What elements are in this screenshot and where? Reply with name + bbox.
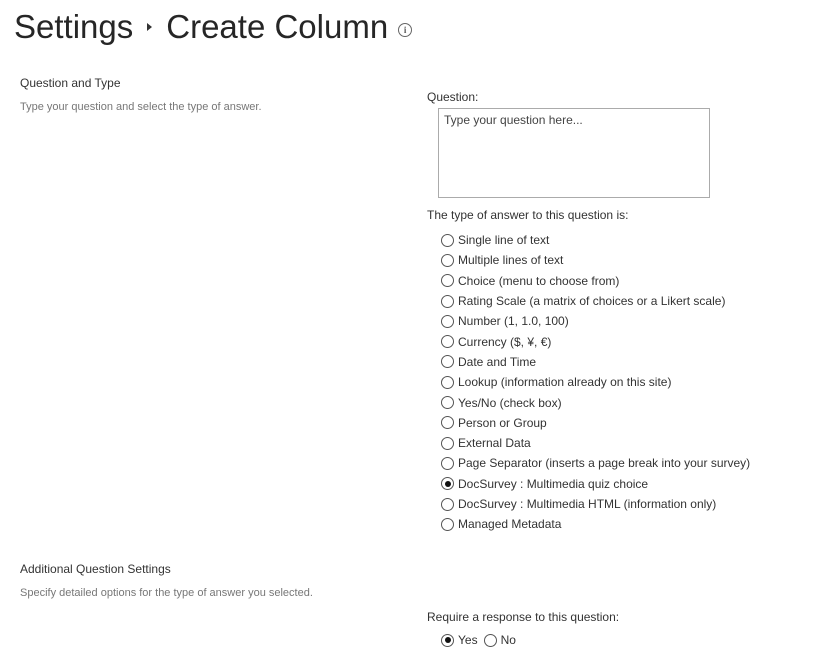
- answer-type-option-label: Multiple lines of text: [458, 253, 564, 268]
- answer-type-option[interactable]: Date and Time: [441, 352, 750, 372]
- answer-type-option[interactable]: Managed Metadata: [441, 514, 750, 534]
- answer-type-option[interactable]: Choice (menu to choose from): [441, 271, 750, 291]
- answer-type-option[interactable]: Person or Group: [441, 413, 750, 433]
- answer-type-option-label: Single line of text: [458, 233, 550, 248]
- answer-type-option[interactable]: Page Separator (inserts a page break int…: [441, 453, 750, 473]
- answer-type-option-label: Rating Scale (a matrix of choices or a L…: [458, 294, 726, 309]
- breadcrumb-separator-icon: [147, 23, 153, 31]
- answer-type-option-label: Person or Group: [458, 415, 547, 430]
- require-response-option-label: No: [500, 633, 516, 648]
- additional-section-description: Specify detailed options for the type of…: [20, 587, 313, 599]
- answer-type-option-label: Page Separator (inserts a page break int…: [458, 456, 751, 471]
- radio-unchecked-icon[interactable]: [441, 274, 454, 288]
- radio-unchecked-icon[interactable]: [441, 253, 454, 267]
- answer-type-option[interactable]: Currency ($, ¥, €): [441, 331, 750, 351]
- info-icon[interactable]: i: [398, 23, 413, 37]
- require-response-option[interactable]: Yes: [441, 630, 478, 650]
- question-section-title: Question and Type: [20, 76, 121, 90]
- radio-checked-icon[interactable]: [441, 477, 454, 491]
- radio-unchecked-icon[interactable]: [441, 436, 454, 450]
- radio-unchecked-icon[interactable]: [483, 633, 497, 647]
- answer-type-option[interactable]: External Data: [441, 433, 750, 453]
- answer-type-option-label: Currency ($, ¥, €): [458, 334, 552, 349]
- radio-unchecked-icon[interactable]: [441, 294, 454, 308]
- answer-type-option-label: DocSurvey : Multimedia quiz choice: [458, 476, 649, 491]
- answer-type-option[interactable]: DocSurvey : Multimedia quiz choice: [441, 474, 750, 494]
- radio-unchecked-icon[interactable]: [441, 355, 454, 369]
- radio-checked-icon[interactable]: [441, 633, 454, 647]
- answer-type-option[interactable]: Number (1, 1.0, 100): [441, 311, 750, 331]
- radio-unchecked-icon[interactable]: [441, 456, 454, 470]
- breadcrumb-settings-link[interactable]: Settings: [14, 8, 133, 46]
- radio-unchecked-icon[interactable]: [441, 396, 454, 410]
- require-response-option-label: Yes: [458, 633, 478, 648]
- require-response-option[interactable]: No: [483, 630, 516, 650]
- require-response-radio-group: Yes No: [441, 630, 522, 650]
- radio-unchecked-icon[interactable]: [441, 517, 454, 531]
- question-input[interactable]: [438, 108, 710, 198]
- radio-unchecked-icon[interactable]: [441, 314, 454, 328]
- answer-type-option[interactable]: Yes/No (check box): [441, 392, 750, 412]
- answer-type-option-label: DocSurvey : Multimedia HTML (information…: [458, 497, 717, 511]
- answer-type-option-label: Managed Metadata: [458, 517, 562, 532]
- page-title: Create Column: [166, 8, 389, 45]
- radio-unchecked-icon[interactable]: [441, 416, 454, 430]
- answer-type-label: The type of answer to this question is:: [427, 208, 629, 222]
- answer-type-option[interactable]: Multiple lines of text: [441, 250, 750, 270]
- page-header: Settings Create Column i: [14, 2, 413, 52]
- additional-section-title: Additional Question Settings: [20, 562, 171, 576]
- radio-unchecked-icon[interactable]: [441, 335, 454, 349]
- answer-type-option-label: Choice (menu to choose from): [458, 273, 620, 288]
- answer-type-option-label: Number (1, 1.0, 100): [458, 314, 569, 329]
- answer-type-option-label: Date and Time: [458, 354, 537, 369]
- answer-type-option[interactable]: DocSurvey : Multimedia HTML (information…: [441, 494, 750, 514]
- answer-type-option-label: Lookup (information already on this site…: [458, 375, 672, 390]
- answer-type-option[interactable]: Rating Scale (a matrix of choices or a L…: [441, 291, 750, 311]
- require-response-label: Require a response to this question:: [427, 610, 620, 624]
- radio-unchecked-icon[interactable]: [441, 375, 454, 389]
- radio-unchecked-icon[interactable]: [441, 233, 454, 247]
- question-label: Question:: [427, 90, 479, 104]
- answer-type-option[interactable]: Lookup (information already on this site…: [441, 372, 750, 392]
- radio-unchecked-icon[interactable]: [441, 497, 454, 511]
- answer-type-radio-group: Single line of text Multiple lines of tex…: [441, 230, 750, 534]
- question-section-description: Type your question and select the type o…: [20, 101, 262, 113]
- answer-type-option-label: External Data: [458, 436, 531, 451]
- answer-type-option[interactable]: Single line of text: [441, 230, 750, 250]
- answer-type-option-label: Yes/No (check box): [458, 395, 562, 410]
